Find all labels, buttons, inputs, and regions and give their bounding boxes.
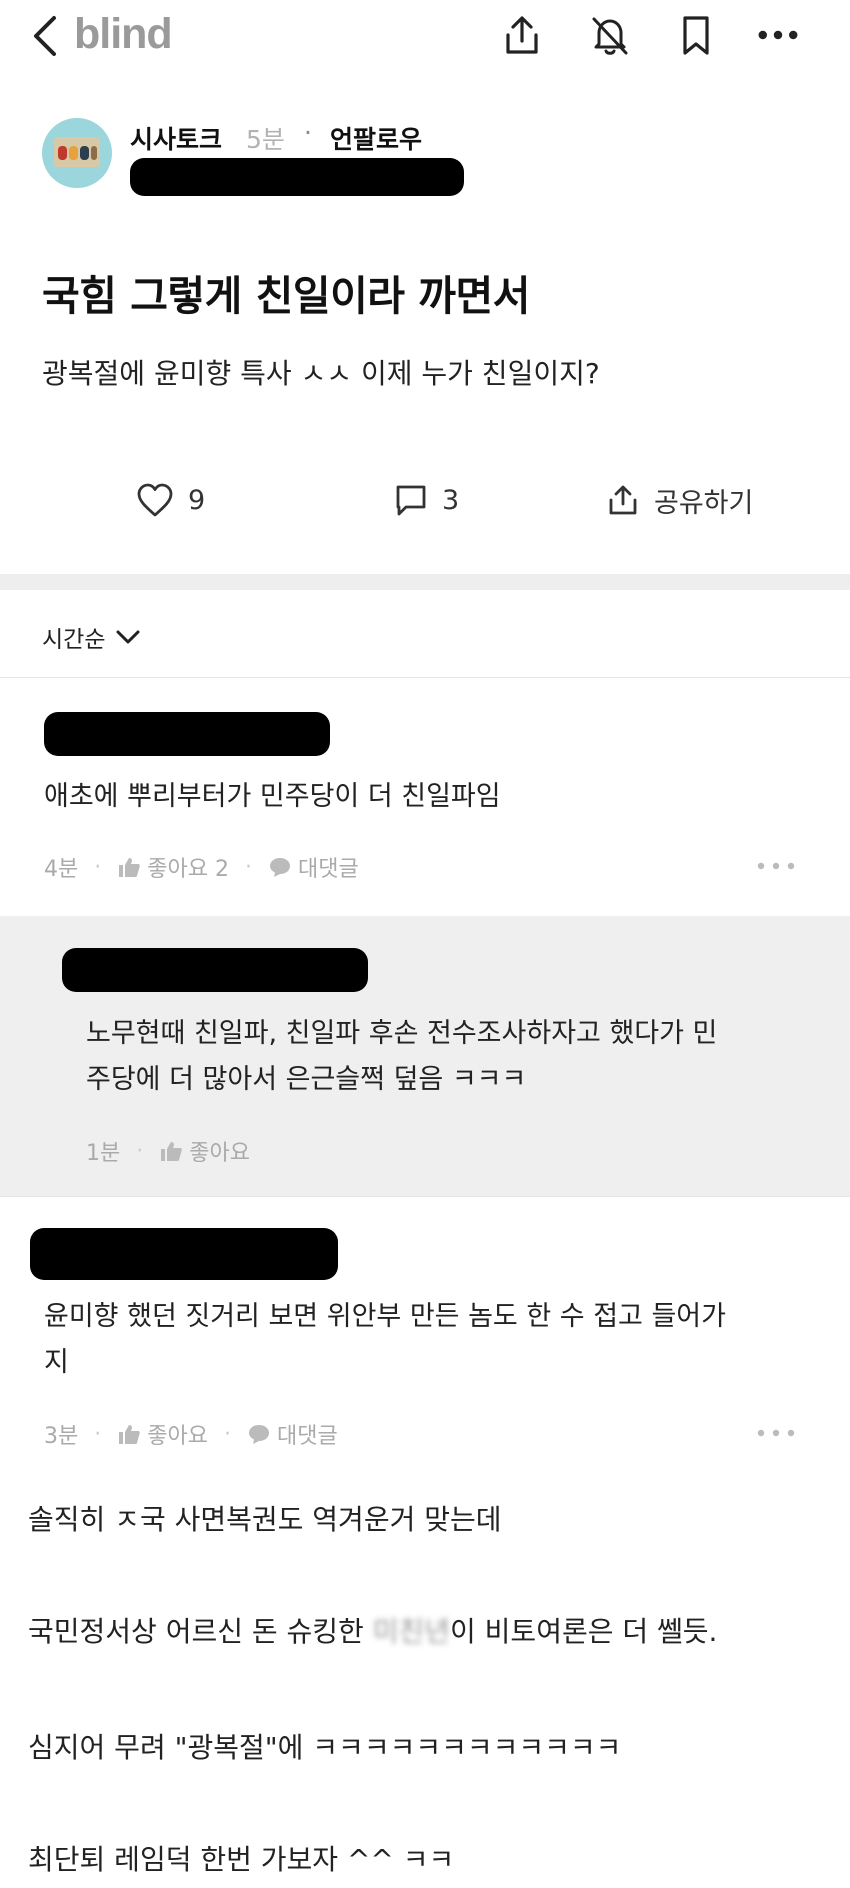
reply-time: 1분 <box>86 1141 121 1166</box>
text-fragment: 이 비토여론은 더 쎌듯. <box>450 1615 718 1648</box>
reply-button[interactable]: 대댓글 <box>298 851 359 883</box>
redacted-commenter <box>62 948 368 992</box>
divider <box>0 1196 850 1197</box>
post-body: 광복절에 윤미향 특사 ㅅㅅ 이제 누가 친일이지? <box>42 357 600 390</box>
comment-time: 3분 <box>44 1424 79 1449</box>
comment-like-button[interactable]: 좋아요 2 <box>147 851 229 883</box>
comment-like-button[interactable]: 좋아요 <box>147 1418 208 1450</box>
redacted-author <box>130 158 464 196</box>
unfollow-button[interactable]: 언팔로우 <box>330 120 422 156</box>
more-icon[interactable] <box>756 1428 796 1438</box>
separator: · <box>304 118 312 147</box>
sort-label: 시간순 <box>42 627 106 653</box>
reply-text-line-1: 노무현때 친일파, 친일파 후손 전수조사하자고 했다가 민 <box>86 1018 718 1049</box>
like-button[interactable]: 9 <box>136 470 205 530</box>
comment-text: 애초에 뿌리부터가 민주당이 더 친일파임 <box>44 781 501 812</box>
post-actions: 9 3 공유하기 <box>0 470 850 530</box>
comment-meta: 4분 · 좋아요 2 · 대댓글 <box>44 851 359 883</box>
bell-off-icon[interactable] <box>588 13 632 57</box>
thumbs-up-icon <box>159 1140 183 1162</box>
blurred-word: 미친년 <box>372 1615 451 1648</box>
comment-text-line-1: 윤미향 했던 짓거리 보면 위안부 만든 놈도 한 수 접고 들어가 <box>44 1301 726 1332</box>
share-label: 공유하기 <box>654 487 754 519</box>
blind-logo: blind <box>74 10 173 58</box>
speech-bubble-icon <box>268 856 292 878</box>
like-count: 9 <box>188 484 206 516</box>
post-author: 시사토크 5분 · 언팔로우 <box>42 118 742 208</box>
post-title: 국힘 그렇게 친일이라 까면서 <box>42 272 530 320</box>
channel-name[interactable]: 시사토크 <box>130 120 222 156</box>
post-time: 5분 <box>246 125 285 154</box>
comment-icon <box>396 485 426 516</box>
text-fragment: 국민정서상 어르신 돈 슈킹한 <box>28 1615 373 1648</box>
more-icon[interactable] <box>756 13 800 57</box>
text-line: 국민정서상 어르신 돈 슈킹한 미친년이 비토여론은 더 쎌듯. <box>28 1610 717 1650</box>
back-icon[interactable] <box>28 14 64 58</box>
sort-dropdown[interactable]: 시간순 <box>42 620 141 654</box>
share-button[interactable]: 공유하기 <box>606 470 753 530</box>
reply-button[interactable]: 대댓글 <box>277 1418 338 1450</box>
reply-like-button[interactable]: 좋아요 <box>189 1135 250 1167</box>
share-icon <box>609 485 637 515</box>
share-icon[interactable] <box>500 13 544 57</box>
reply-text-line-2: 주당에 더 많아서 은근슬쩍 덮음 ㅋㅋㅋ <box>86 1064 527 1095</box>
text-line: 솔직히 ㅈ국 사면복권도 역겨운거 맞는데 <box>28 1503 502 1536</box>
comment-text-line-2: 지 <box>44 1347 69 1378</box>
thumbs-up-icon <box>117 856 141 878</box>
redacted-commenter <box>44 712 330 756</box>
speech-bubble-icon <box>247 1423 271 1445</box>
comment-meta: 3분 · 좋아요 · 대댓글 <box>44 1418 338 1450</box>
thumbs-up-icon <box>117 1423 141 1445</box>
channel-avatar[interactable] <box>42 118 112 188</box>
comment-button[interactable]: 3 <box>394 470 459 530</box>
reply-meta: 1분 · 좋아요 <box>86 1135 250 1167</box>
divider <box>0 677 850 678</box>
chevron-down-icon <box>116 630 140 644</box>
bookmark-icon[interactable] <box>674 13 718 57</box>
section-divider <box>0 574 850 590</box>
top-bar: blind <box>0 0 850 76</box>
heart-icon <box>137 483 173 517</box>
redacted-commenter <box>30 1228 338 1280</box>
text-line: 최단퇴 레임덕 한번 가보자 ^^ ㅋㅋ <box>28 1843 455 1876</box>
text-line: 심지어 무려 "광복절"에 ㅋㅋㅋㅋㅋㅋㅋㅋㅋㅋㅋㅋ <box>28 1731 622 1764</box>
more-icon[interactable] <box>756 861 796 871</box>
comment-count: 3 <box>442 484 460 516</box>
comment-time: 4분 <box>44 857 79 882</box>
